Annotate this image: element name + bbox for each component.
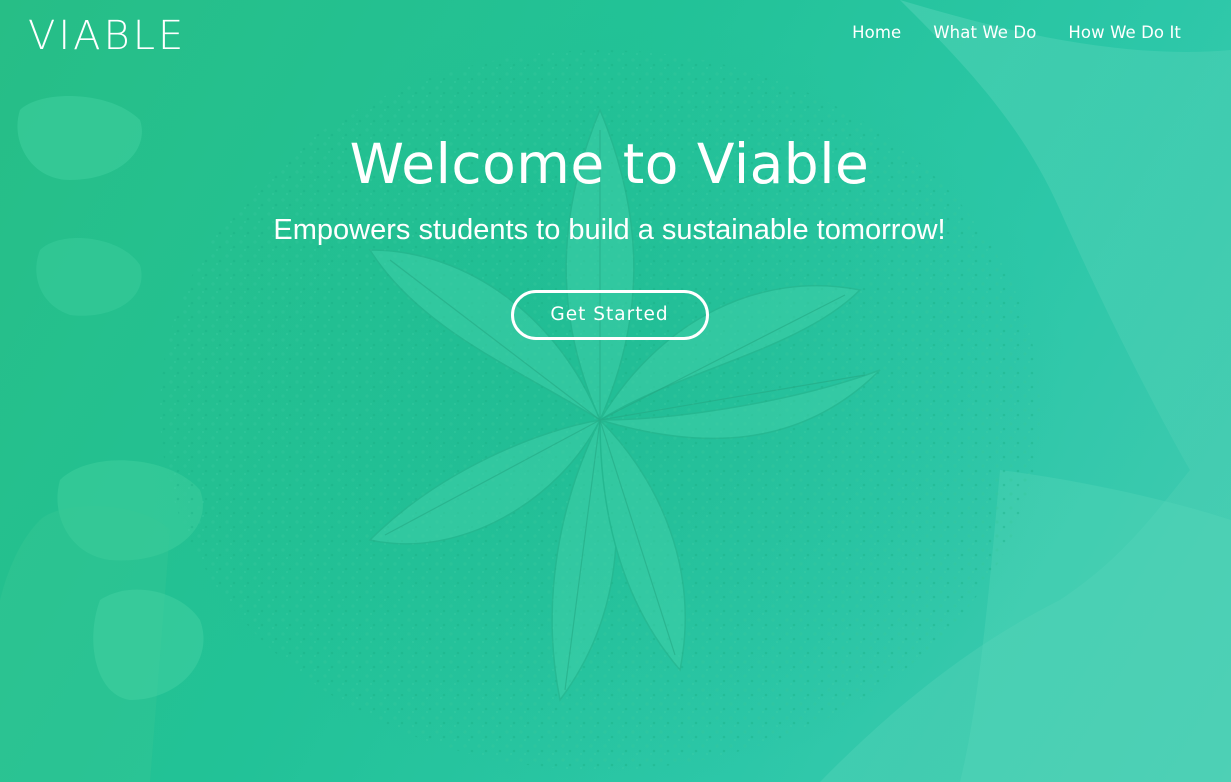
top-navigation: VIABLE Home What We Do How We Do It (0, 0, 1231, 70)
brand-logo[interactable]: VIABLE (28, 12, 186, 60)
hero-background-image (0, 0, 1231, 782)
hero-subtitle: Empowers students to build a sustainable… (273, 214, 946, 246)
hero-section: VIABLE Home What We Do How We Do It Welc… (0, 0, 1231, 782)
nav-link-what-we-do[interactable]: What We Do (933, 22, 1036, 44)
hero-title: Welcome to Viable (349, 132, 870, 196)
nav-link-home[interactable]: Home (852, 22, 901, 44)
hero-content: Welcome to Viable Empowers students to b… (0, 124, 1219, 340)
nav-links: Home What We Do How We Do It (852, 22, 1181, 44)
nav-link-how-we-do-it[interactable]: How We Do It (1068, 22, 1181, 44)
get-started-button[interactable]: Get Started (510, 290, 709, 340)
